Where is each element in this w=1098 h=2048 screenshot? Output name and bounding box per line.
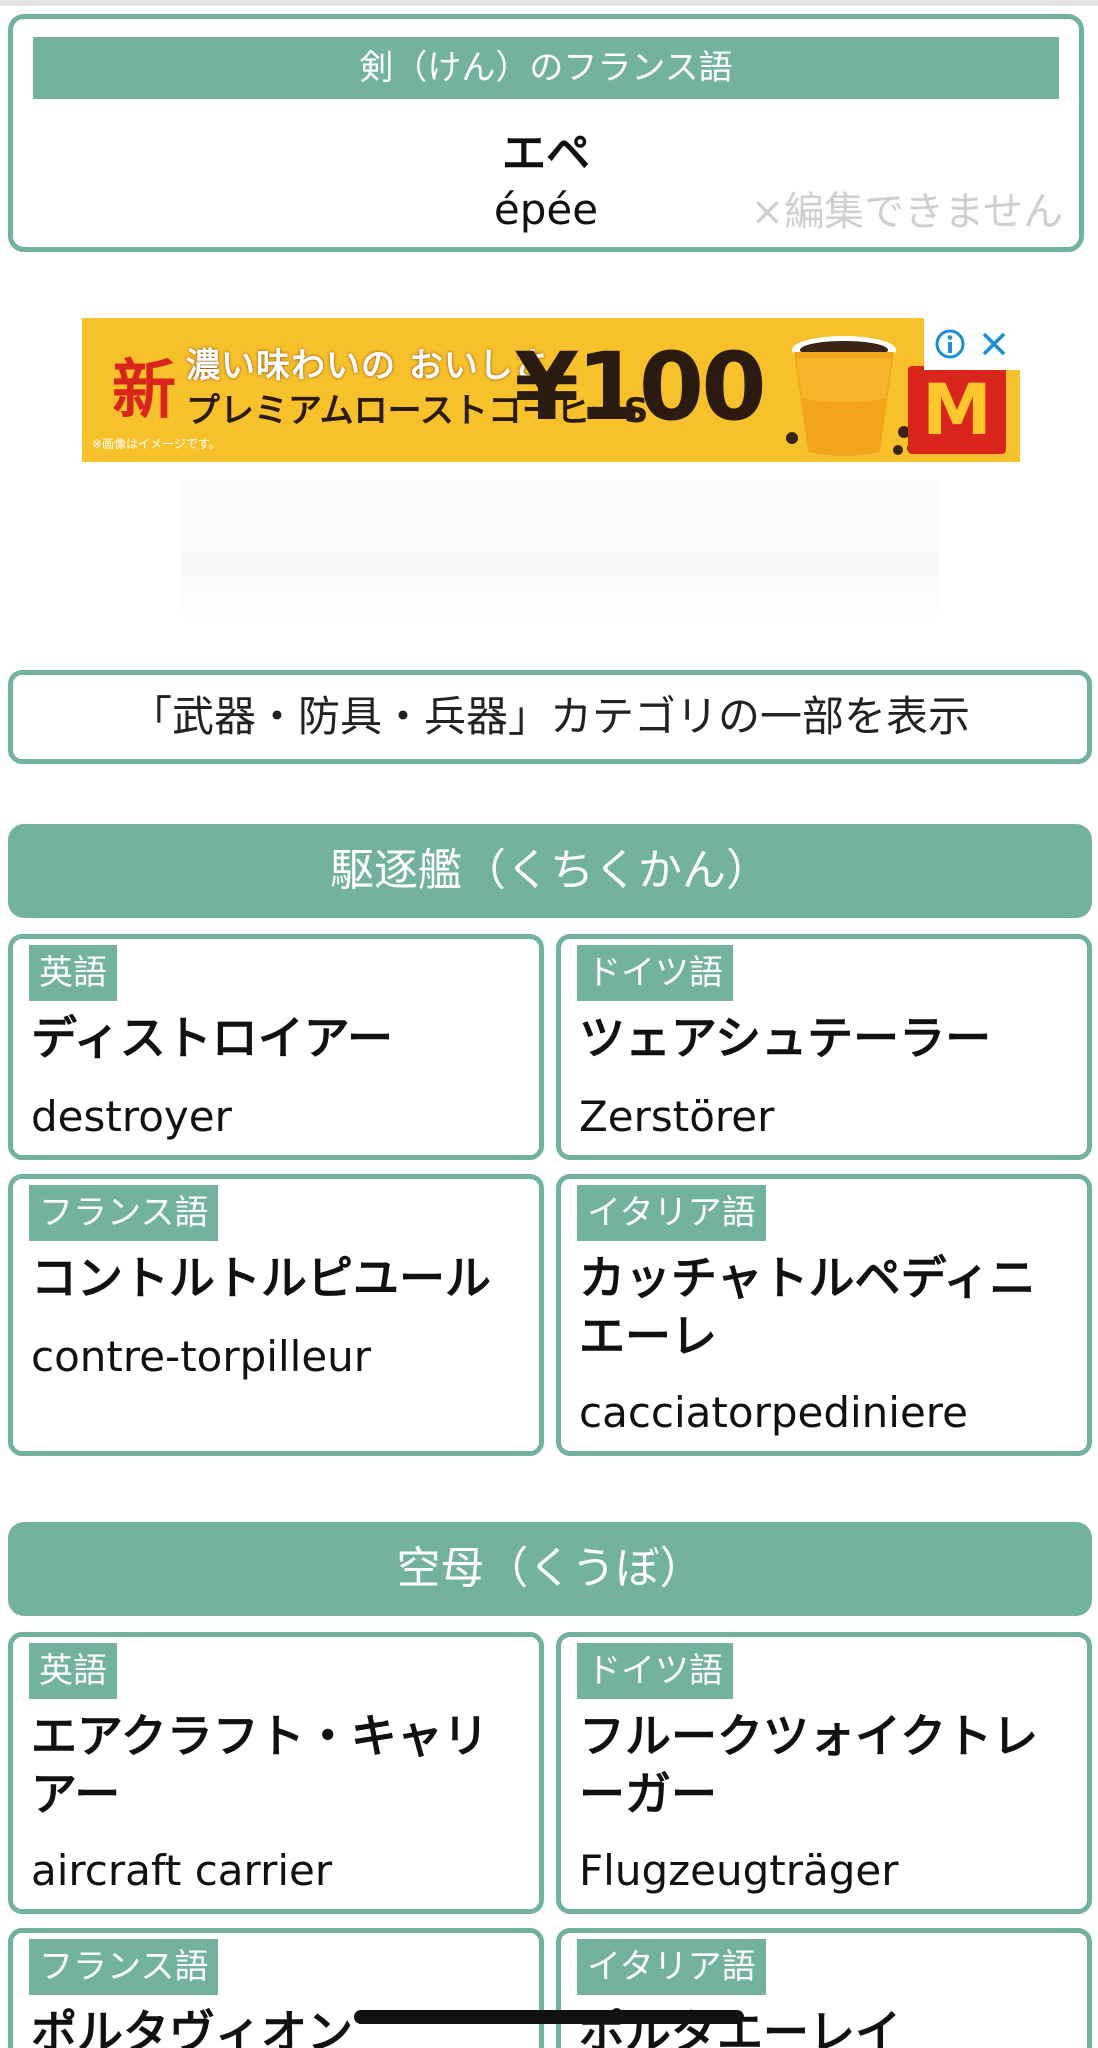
word-katakana: カッチャトルペディニエーレ bbox=[579, 1251, 1036, 1363]
category-link[interactable]: 「武器・防具・兵器」カテゴリの一部を表示 bbox=[8, 670, 1092, 764]
not-editable-note: ×編集できません bbox=[750, 189, 1063, 235]
word-card[interactable]: ドイツ語 ツェアシュテーラー Zerstörer bbox=[556, 934, 1092, 1160]
word-katakana: フルークツォイクトレーガー bbox=[579, 1709, 1039, 1821]
group-header-destroyer: 駆逐艦（くちくかん） bbox=[8, 824, 1092, 918]
language-badge: ドイツ語 bbox=[577, 945, 733, 1001]
ad-controls bbox=[924, 318, 1020, 370]
ad-price: ¥100 bbox=[514, 333, 767, 442]
translation-result-card: 剣（けん）のフランス語 エペ épée ×編集できません bbox=[8, 14, 1084, 252]
word-card[interactable]: 英語 ディストロイアー destroyer bbox=[8, 934, 544, 1160]
ad-fine-print: ※画像はイメージです。 bbox=[92, 437, 221, 451]
language-badge: 英語 bbox=[29, 945, 117, 1001]
word-card[interactable]: イタリア語 カッチャトルペディニエーレ cacciatorpediniere bbox=[556, 1174, 1092, 1456]
word-original: cacciatorpediniere bbox=[579, 1388, 968, 1437]
word-katakana: ツェアシュテーラー bbox=[579, 1011, 992, 1065]
word-card[interactable]: フランス語 ポルタヴィオン bbox=[8, 1928, 544, 2048]
home-indicator[interactable] bbox=[354, 2010, 744, 2024]
word-card[interactable]: フランス語 コントルトルピユール contre-torpilleur bbox=[8, 1174, 544, 1456]
language-badge: ドイツ語 bbox=[577, 1643, 733, 1699]
word-card[interactable]: イタリア語 ポルタエーレイ bbox=[556, 1928, 1092, 2048]
coffee-cup-icon bbox=[786, 336, 917, 456]
top-divider bbox=[0, 0, 1098, 6]
word-original: Flugzeugträger bbox=[579, 1846, 899, 1895]
language-badge: フランス語 bbox=[29, 1939, 219, 1995]
result-katakana: エペ bbox=[502, 128, 590, 179]
word-card[interactable]: 英語 エアクラフト・キャリアー aircraft carrier bbox=[8, 1632, 544, 1914]
mcdonalds-logo: M bbox=[908, 366, 1006, 454]
word-katakana: コントルトルピユール bbox=[31, 1251, 491, 1305]
word-original: Zerstörer bbox=[579, 1092, 775, 1141]
ad-banner[interactable]: 新 濃い味わいの おいしさ。 プレミアムローストコーヒーS ¥100 ※画像はイ… bbox=[82, 318, 1020, 462]
language-badge: イタリア語 bbox=[577, 1185, 766, 1241]
language-badge: イタリア語 bbox=[577, 1939, 766, 1995]
ad-info-icon[interactable] bbox=[934, 328, 966, 360]
word-katakana: ディストロイアー bbox=[31, 1011, 394, 1065]
language-badge: 英語 bbox=[29, 1643, 117, 1699]
word-card[interactable]: ドイツ語 フルークツォイクトレーガー Flugzeugträger bbox=[556, 1632, 1092, 1914]
faded-ad-placeholder bbox=[180, 480, 940, 630]
page: 剣（けん）のフランス語 エペ épée ×編集できません 新 濃い味わいの おい… bbox=[0, 0, 1098, 2048]
word-original: aircraft carrier bbox=[31, 1846, 333, 1895]
word-original: destroyer bbox=[31, 1092, 232, 1141]
result-title: 剣（けん）のフランス語 bbox=[33, 37, 1059, 99]
word-katakana: エアクラフト・キャリアー bbox=[31, 1709, 489, 1821]
language-badge: フランス語 bbox=[29, 1185, 219, 1241]
word-original: contre-torpilleur bbox=[31, 1332, 372, 1381]
group-header-aircraft-carrier: 空母（くうぼ） bbox=[8, 1522, 1092, 1616]
ad-new-label: 新 bbox=[112, 354, 176, 428]
ad-close-icon[interactable] bbox=[978, 328, 1010, 360]
